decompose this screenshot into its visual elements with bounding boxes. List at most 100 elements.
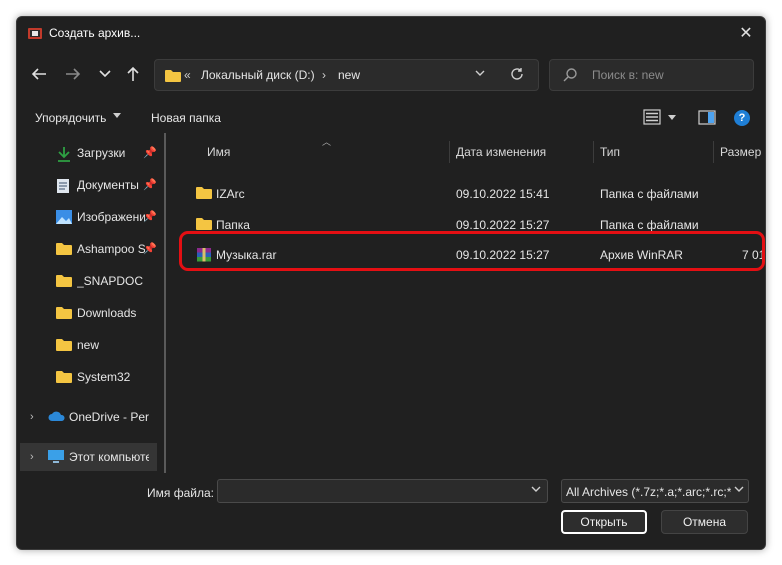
sidebar-item-system32[interactable]: System32	[20, 363, 157, 391]
overflow-chevron-icon[interactable]: «	[184, 68, 191, 82]
file-type: Папка с файлами	[600, 187, 699, 201]
column-header-name[interactable]: Имя	[207, 145, 230, 159]
sidebar-item-label: Ashampoo Snap	[77, 242, 145, 256]
onedrive-icon	[48, 411, 65, 421]
sidebar-item-label: Downloads	[77, 306, 137, 320]
sidebar-item-new[interactable]: new	[20, 331, 157, 359]
sidebar-item-label: System32	[77, 370, 131, 384]
sidebar-item-downloads-folder[interactable]: Downloads	[20, 299, 157, 327]
folder-icon	[56, 275, 72, 287]
file-date: 09.10.2022 15:27	[456, 218, 550, 232]
save-archive-dialog: Создать архив... ✕ « Локальный диск (D:)…	[16, 16, 766, 550]
back-button[interactable]	[27, 63, 51, 85]
breadcrumb-separator-icon[interactable]: ›	[322, 68, 326, 82]
file-name: Папка	[216, 218, 250, 232]
sort-up-icon: ︿	[322, 137, 332, 147]
close-button[interactable]: ✕	[733, 21, 759, 45]
arrange-button[interactable]: Упорядочить	[35, 111, 106, 125]
help-icon[interactable]: ?	[734, 110, 750, 126]
file-type-filter[interactable]: All Archives (*.7z;*.a;*.arc;*.rc;*.	[561, 479, 749, 503]
filename-input[interactable]	[218, 480, 518, 502]
column-header-row: ︿ Имя Дата изменения Тип Размер	[177, 137, 765, 165]
filter-selected-value: All Archives (*.7z;*.a;*.arc;*.rc;*.	[566, 485, 731, 499]
search-input[interactable]: Поиск в: new	[592, 68, 664, 82]
file-row-izarc[interactable]: IZArc 09.10.2022 15:41 Папка с файлами	[187, 179, 757, 209]
sidebar-item-pictures[interactable]: Изображения 📌	[20, 203, 157, 231]
pin-icon[interactable]: 📌	[143, 146, 157, 159]
address-bar[interactable]: « Локальный диск (D:) › new	[154, 59, 539, 91]
preview-pane-icon[interactable]	[698, 110, 716, 125]
chevron-down-icon[interactable]	[531, 485, 541, 493]
file-type: Папка с файлами	[600, 218, 699, 232]
filename-field[interactable]	[217, 479, 548, 503]
folder-icon	[196, 187, 212, 199]
search-box[interactable]: Поиск в: new	[549, 59, 754, 91]
file-list: ︿ Имя Дата изменения Тип Размер IZArc 09…	[177, 133, 765, 481]
chevron-down-icon	[99, 70, 111, 78]
sidebar-item-this-pc[interactable]: › Этот компьютер	[20, 443, 157, 471]
highlight-outline	[179, 231, 765, 271]
arrow-right-icon	[66, 68, 81, 80]
column-header-size[interactable]: Размер	[720, 145, 761, 159]
column-divider[interactable]	[593, 141, 594, 163]
command-bar: Упорядочить Новая папка ?	[17, 103, 765, 133]
breadcrumb-folder[interactable]: new	[338, 68, 360, 82]
file-name: IZArc	[216, 187, 245, 201]
sidebar-item-downloads[interactable]: Загрузки 📌	[20, 139, 157, 167]
pin-icon[interactable]: 📌	[143, 178, 157, 191]
sidebar-item-documents[interactable]: Документы 📌	[20, 171, 157, 199]
filename-label: Имя файла:	[147, 486, 214, 500]
folder-icon	[165, 70, 181, 82]
sidebar-item-snapdoc[interactable]: _SNAPDOC	[20, 267, 157, 295]
refresh-icon[interactable]	[510, 67, 524, 81]
view-details-icon[interactable]	[643, 109, 661, 125]
sidebar-item-onedrive[interactable]: › OneDrive - Personal	[20, 403, 157, 431]
computer-icon	[48, 450, 64, 463]
folder-icon	[56, 371, 72, 383]
pin-icon[interactable]: 📌	[143, 242, 157, 255]
sidebar-item-label: _SNAPDOC	[77, 274, 144, 288]
navigation-bar: « Локальный диск (D:) › new Поиск в: new	[17, 57, 765, 93]
documents-icon	[57, 179, 69, 193]
app-icon	[28, 28, 42, 39]
download-icon	[58, 147, 70, 162]
cancel-button[interactable]: Отмена	[661, 510, 748, 534]
sidebar-item-label: Загрузки	[77, 146, 126, 160]
sidebar-item-label: Этот компьютер	[69, 450, 149, 464]
pin-icon[interactable]: 📌	[143, 210, 157, 223]
sidebar-item-label: OneDrive - Personal	[69, 410, 149, 424]
sidebar-scrollbar[interactable]	[164, 133, 166, 473]
column-divider[interactable]	[449, 141, 450, 163]
folder-icon	[56, 307, 72, 319]
title-bar: Создать архив... ✕	[17, 17, 765, 49]
sidebar-item-label: Изображения	[77, 210, 145, 224]
expand-chevron-icon[interactable]: ›	[30, 411, 34, 423]
chevron-down-icon[interactable]	[475, 69, 485, 77]
folder-icon	[56, 243, 72, 255]
pictures-icon	[56, 210, 72, 224]
column-divider[interactable]	[713, 141, 714, 163]
up-button[interactable]	[121, 63, 145, 85]
chevron-down-icon[interactable]	[734, 485, 744, 493]
expand-chevron-icon[interactable]: ›	[30, 451, 34, 463]
file-date: 09.10.2022 15:41	[456, 187, 550, 201]
chevron-down-icon[interactable]	[668, 115, 676, 120]
recent-locations-button[interactable]	[93, 63, 117, 85]
open-button[interactable]: Открыть	[561, 510, 647, 534]
folder-icon	[196, 218, 212, 230]
sidebar-item-label: new	[77, 338, 100, 352]
chevron-down-icon[interactable]	[113, 113, 121, 118]
arrow-left-icon	[31, 68, 46, 80]
sidebar-item-ashampoo[interactable]: Ashampoo Snap 📌	[20, 235, 157, 263]
navigation-pane: Загрузки 📌 Документы 📌 Изображения 📌 Ash…	[17, 133, 177, 473]
breadcrumb-drive[interactable]: Локальный диск (D:)	[201, 68, 315, 82]
column-header-date[interactable]: Дата изменения	[456, 145, 546, 159]
folder-icon	[56, 339, 72, 351]
sidebar-item-label: Документы	[77, 178, 139, 192]
search-icon	[563, 68, 577, 82]
column-header-type[interactable]: Тип	[600, 145, 620, 159]
close-icon: ✕	[739, 25, 753, 42]
new-folder-button[interactable]: Новая папка	[151, 111, 221, 125]
forward-button[interactable]	[61, 63, 85, 85]
footer-panel: Имя файла: All Archives (*.7z;*.a;*.arc;…	[17, 475, 765, 549]
